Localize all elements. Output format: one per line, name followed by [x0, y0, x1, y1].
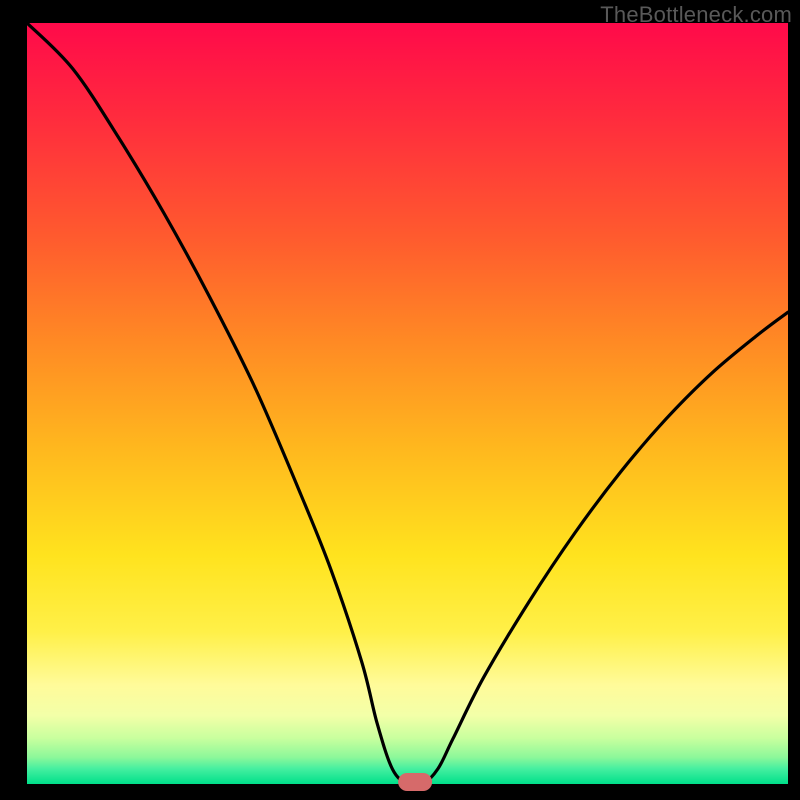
chart-svg	[0, 0, 800, 800]
plot-area	[27, 23, 788, 784]
optimal-marker	[398, 773, 432, 791]
bottleneck-chart: TheBottleneck.com	[0, 0, 800, 800]
